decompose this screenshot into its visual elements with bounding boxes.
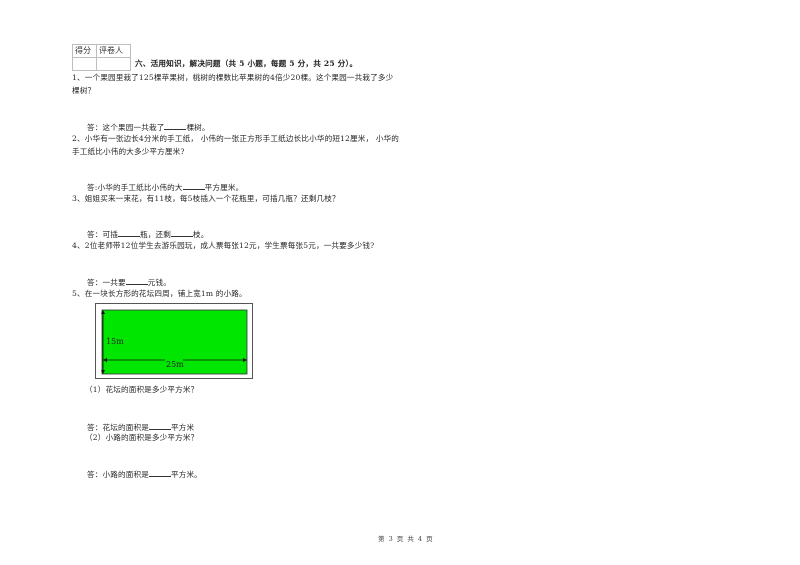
question-2-line-1: 2、小华有一张边长4分米的手工纸， 小伟的一张正方形手工纸边长比小华的短12厘米… [72,134,400,143]
answer-blank[interactable] [182,181,205,190]
width-label: 25m [166,360,184,369]
answer-suffix: 棵树。 [186,123,210,132]
answer-prefix: 答:小华的手工纸比小伟的大 [87,183,183,192]
answer-suffix: 平方厘米。 [204,183,244,192]
answer-prefix: 答：这个果园一共栽了 [87,123,165,132]
answer-prefix: 答：一共要 [87,278,126,287]
question-4-answer: 答：一共要 元钱。 [87,276,171,288]
score-cell[interactable] [72,57,97,71]
section-title: 六、活用知识，解决问题（共 5 小题，每题 5 分，共 25 分）。 [135,59,358,68]
question-3-answer: 答：可插 瓶，还剩 枝。 [87,228,208,240]
score-table-header-row: 得分 评卷人 [72,44,131,58]
question-2-answer: 答:小华的手工纸比小伟的大 平方厘米。 [87,181,243,193]
answer-suffix: 平方米 [170,423,195,432]
subquestion-2: （2）小路的面积是多少平方米？ [85,433,199,442]
question-3-line-1: 3、姐姐买来一束花，有11枝，每5枝插入一个花瓶里，可插几瓶？还剩几枝？ [72,194,340,203]
question-1-line-1: 1、一个果园里栽了125棵苹果树，桃树的棵数比苹果树的4倍少20棵。这个果园一共… [72,73,394,82]
answer-blank-2[interactable] [170,228,193,237]
grader-header: 评卷人 [96,44,131,58]
score-header: 得分 [72,44,97,58]
answer-blank-1[interactable] [117,228,140,237]
answer-suffix: 平方米。 [170,470,202,479]
question-5-line-1: 5、在一块长方形的花坛四周，铺上宽1m 的小路。 [72,289,247,298]
answer-blank[interactable] [164,121,187,130]
answer-blank[interactable] [148,468,171,477]
subquestion-1: （1）花坛的面积是多少平方米？ [85,385,199,394]
subquestion-2-answer: 答：小路的面积是 平方米。 [87,468,202,480]
answer-blank[interactable] [148,421,171,430]
answer-suffix: 元钱。 [147,278,171,287]
grader-cell[interactable] [96,57,131,71]
question-1-line-2: 棵树？ [72,86,96,95]
question-4-line-1: 4、2位老师带12位学生去游乐园玩，成人票每张12元，学生票每张5元，一共要多少… [72,241,375,250]
answer-suffix: 枝。 [192,230,209,239]
height-label: 15m [106,337,124,346]
answer-prefix: 答：可插 [87,230,118,239]
flowerbed-svg: 15m 25m [101,309,248,375]
answer-prefix: 答：小路的面积是 [87,470,149,479]
answer-blank[interactable] [125,276,148,285]
flowerbed-diagram: 15m 25m [95,303,253,379]
answer-middle: 瓶，还剩 [139,230,171,239]
score-table-input-row [72,57,131,71]
score-table: 得分 评卷人 [72,44,131,71]
answer-prefix: 答：花坛的面积是 [87,423,149,432]
question-2-line-2: 手工纸比小伟的大多少平方厘米? [72,147,185,156]
page-number: 第 3 页 共 4 页 [378,535,434,543]
question-1-answer: 答：这个果园一共栽了 棵树。 [87,121,210,133]
